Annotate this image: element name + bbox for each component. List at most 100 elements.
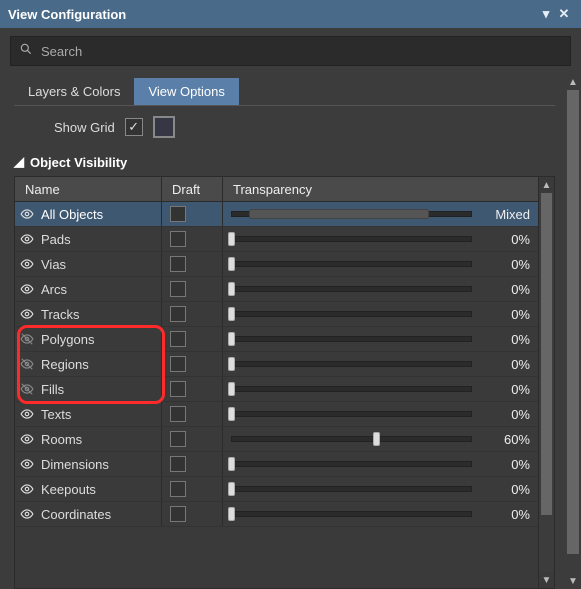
transparency-slider[interactable] [231,259,472,269]
transparency-value: 0% [482,407,530,422]
object-name: Keepouts [41,482,96,497]
object-name: Vias [41,257,66,272]
transparency-value: 0% [482,307,530,322]
object-visibility-header[interactable]: ◢ Object Visibility [14,148,555,176]
eye-off-icon[interactable] [19,331,35,347]
eye-icon[interactable] [19,206,35,222]
object-name: Texts [41,407,71,422]
eye-off-icon[interactable] [19,381,35,397]
show-grid-label: Show Grid [54,120,115,135]
scroll-down-icon[interactable]: ▼ [539,572,554,588]
view-configuration-panel: View Configuration ▾ ✕ Layers & Colors V… [0,0,581,589]
table-row[interactable]: Vias 0% [15,252,538,277]
caret-down-icon: ◢ [14,154,24,170]
draft-checkbox[interactable] [170,406,186,422]
transparency-slider[interactable] [231,509,472,519]
table-row[interactable]: Rooms60% [15,427,538,452]
eye-off-icon[interactable] [19,356,35,372]
table-row[interactable]: Polygons0% [15,327,538,352]
draft-checkbox[interactable] [170,281,186,297]
draft-checkbox[interactable] [170,231,186,247]
transparency-value: 0% [482,232,530,247]
table-row[interactable]: Texts 0% [15,402,538,427]
eye-icon[interactable] [19,431,35,447]
object-name: Pads [41,232,71,247]
draft-checkbox[interactable] [170,331,186,347]
transparency-value: 0% [482,282,530,297]
transparency-value: 0% [482,482,530,497]
transparency-slider[interactable] [231,459,472,469]
col-header-draft[interactable]: Draft [162,182,222,197]
panel-scrollbar[interactable]: ▲ ▼ [565,74,581,589]
table-row[interactable]: Keepouts 0% [15,477,538,502]
table-row[interactable]: Dimensions0% [15,452,538,477]
col-header-transparency[interactable]: Transparency [223,182,538,197]
eye-icon[interactable] [19,456,35,472]
transparency-slider[interactable] [231,234,472,244]
transparency-slider[interactable] [231,484,472,494]
transparency-slider[interactable] [231,434,472,444]
draft-checkbox[interactable] [170,306,186,322]
table-row[interactable]: Pads 0% [15,227,538,252]
object-name: Regions [41,357,89,372]
panel-scroll-down-icon[interactable]: ▼ [565,573,581,589]
show-grid-row: Show Grid ✓ [14,106,555,148]
tabs: Layers & Colors View Options [14,74,555,105]
transparency-value: 0% [482,507,530,522]
draft-checkbox[interactable] [170,506,186,522]
dropdown-icon[interactable]: ▾ [537,5,555,23]
eye-icon[interactable] [19,231,35,247]
tab-view-options[interactable]: View Options [134,78,238,105]
search-input[interactable] [41,44,562,59]
scroll-up-icon[interactable]: ▲ [539,177,554,193]
close-icon[interactable]: ✕ [555,5,573,23]
object-name: Fills [41,382,64,397]
show-grid-checkbox[interactable]: ✓ [125,118,143,136]
eye-icon[interactable] [19,481,35,497]
draft-checkbox[interactable] [170,456,186,472]
transparency-slider[interactable] [231,309,472,319]
table-row[interactable]: Tracks0% [15,302,538,327]
panel-title: View Configuration [8,7,126,22]
eye-icon[interactable] [19,256,35,272]
table-row[interactable]: Arcs0% [15,277,538,302]
panel-scroll-up-icon[interactable]: ▲ [565,74,581,90]
eye-icon[interactable] [19,506,35,522]
table-header-row: Name Draft Transparency [15,177,538,202]
tab-layers-colors[interactable]: Layers & Colors [14,78,134,105]
transparency-value: 0% [482,382,530,397]
table-row[interactable]: Regions0% [15,352,538,377]
transparency-value: 0% [482,257,530,272]
draft-checkbox[interactable] [170,481,186,497]
draft-checkbox[interactable] [170,356,186,372]
table-row[interactable]: All Objects Mixed [15,202,538,227]
object-name: All Objects [41,207,103,222]
table-row[interactable]: Fills 0% [15,377,538,402]
col-header-name[interactable]: Name [15,182,161,197]
table-row[interactable]: Coordinates 0% [15,502,538,527]
object-visibility-table: Name Draft Transparency All Objects Mixed… [14,176,555,589]
eye-icon[interactable] [19,281,35,297]
section-title: Object Visibility [30,155,127,170]
eye-icon[interactable] [19,406,35,422]
object-name: Polygons [41,332,94,347]
table-scrollbar[interactable]: ▲ ▼ [538,177,554,588]
transparency-slider[interactable] [231,359,472,369]
transparency-slider[interactable] [231,409,472,419]
transparency-slider[interactable] [231,384,472,394]
search-box[interactable] [10,36,571,66]
transparency-slider[interactable] [231,209,472,219]
draft-checkbox[interactable] [170,431,186,447]
object-name: Rooms [41,432,82,447]
transparency-slider[interactable] [231,334,472,344]
transparency-value: 0% [482,457,530,472]
draft-checkbox[interactable] [170,206,186,222]
transparency-slider[interactable] [231,284,472,294]
search-row [0,28,581,74]
draft-checkbox[interactable] [170,256,186,272]
transparency-value: Mixed [482,207,530,222]
object-name: Coordinates [41,507,111,522]
eye-icon[interactable] [19,306,35,322]
draft-checkbox[interactable] [170,381,186,397]
grid-color-swatch[interactable] [153,116,175,138]
